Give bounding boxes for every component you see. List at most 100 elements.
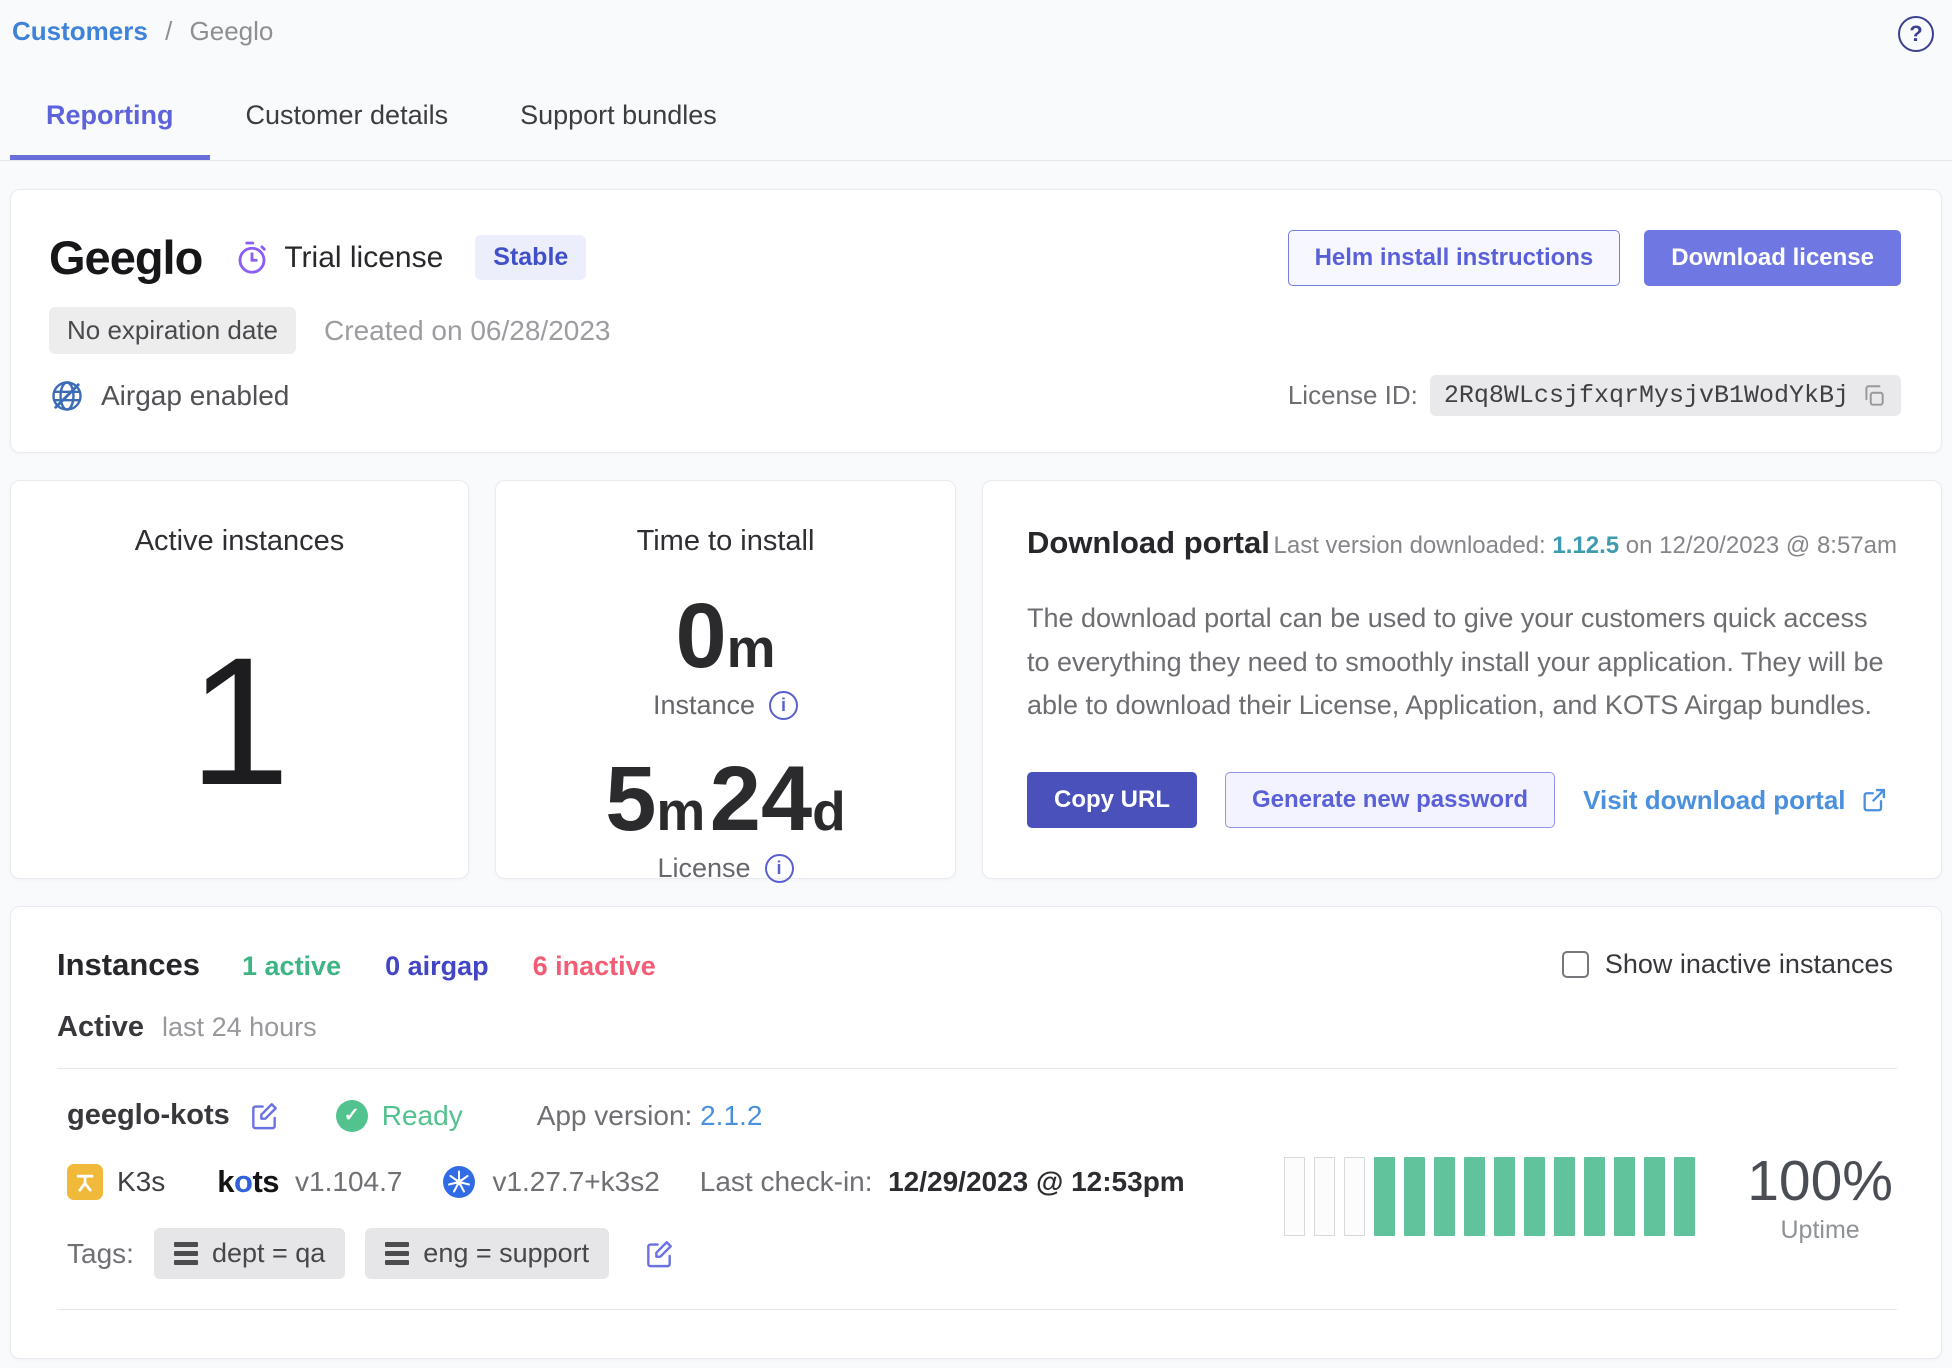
instance-row: geeglo-kots ✓ Ready App versi (57, 1069, 1897, 1279)
customer-header-card: Geeglo Trial license (10, 189, 1942, 453)
visit-download-portal-link[interactable]: Visit download portal (1583, 785, 1887, 816)
tag-chip-eng-support[interactable]: eng = support (365, 1228, 609, 1279)
last-version-link[interactable]: 1.12.5 (1552, 532, 1619, 559)
uptime-bar-up (1374, 1157, 1395, 1236)
external-link-icon (1860, 786, 1888, 814)
visit-download-portal-label: Visit download portal (1583, 785, 1845, 816)
instance-name: geeglo-kots (67, 1099, 230, 1132)
ready-check-icon: ✓ (336, 1100, 368, 1132)
license-id-pill[interactable]: 2Rq8WLcsjfxqrMysjvB1WodYkBj (1430, 375, 1901, 416)
last-checkin-label: Last check-in: (700, 1166, 888, 1198)
tab-reporting[interactable]: Reporting (10, 82, 210, 160)
breadcrumb: Customers / Geeglo (12, 16, 273, 47)
uptime-bar-up (1434, 1157, 1455, 1236)
count-active[interactable]: 1 active (242, 951, 341, 982)
channel-badge: Stable (475, 235, 586, 280)
uptime-bar-empty (1344, 1157, 1365, 1236)
kots-logo: kots (217, 1164, 279, 1200)
license-install-unit-d: d (812, 780, 846, 842)
count-airgap[interactable]: 0 airgap (385, 951, 489, 982)
tab-customer-details[interactable]: Customer details (210, 82, 485, 160)
breadcrumb-current: Geeglo (190, 16, 274, 46)
uptime-bar-up (1644, 1157, 1665, 1236)
created-date: Created on 06/28/2023 (324, 315, 610, 347)
tag-icon (385, 1242, 409, 1265)
help-icon[interactable]: ? (1898, 16, 1934, 52)
time-to-install-title: Time to install (637, 525, 815, 558)
main-content: Geeglo Trial license (0, 161, 1952, 1368)
download-license-button[interactable]: Download license (1644, 230, 1901, 286)
show-inactive-label: Show inactive instances (1605, 949, 1893, 980)
breadcrumb-customers-link[interactable]: Customers (12, 16, 148, 46)
distro-label: K3s (117, 1166, 165, 1198)
uptime-bar-up (1464, 1157, 1485, 1236)
active-section-timeframe: last 24 hours (162, 1012, 317, 1043)
topbar: Customers / Geeglo ? (0, 0, 1952, 52)
license-type-label: Trial license (284, 241, 443, 275)
active-instances-title: Active instances (135, 525, 345, 558)
tags-label: Tags: (67, 1238, 134, 1270)
uptime-bar-up (1554, 1157, 1575, 1236)
divider (57, 1309, 1897, 1310)
active-instances-card: Active instances 1 (10, 480, 469, 879)
expiration-badge: No expiration date (49, 307, 296, 354)
license-time-label: License (657, 853, 750, 884)
customer-header-right: Helm install instructions Download licen… (1288, 230, 1901, 416)
tag-icon (174, 1242, 198, 1265)
license-id-label: License ID: (1288, 380, 1418, 411)
app-version-label: App version: (537, 1100, 700, 1131)
last-checkin-value: 12/29/2023 @ 12:53pm (888, 1166, 1185, 1198)
download-portal-description: The download portal can be used to give … (1027, 597, 1897, 728)
show-inactive-toggle[interactable]: Show inactive instances (1562, 949, 1893, 980)
trial-timer-icon (234, 240, 270, 276)
show-inactive-checkbox[interactable] (1562, 951, 1589, 978)
copy-url-button[interactable]: Copy URL (1027, 772, 1197, 828)
kots-version: v1.104.7 (295, 1166, 402, 1198)
tab-support-bundles[interactable]: Support bundles (484, 82, 753, 160)
tag-label: eng = support (423, 1238, 589, 1269)
instance-install-time: 0m (675, 590, 775, 682)
instances-card: Instances 1 active 0 airgap 6 inactive S… (10, 906, 1942, 1359)
uptime-widget: 100% Uptime (1284, 1113, 1893, 1279)
uptime-bar-up (1404, 1157, 1425, 1236)
uptime-bar-empty (1284, 1157, 1305, 1236)
breadcrumb-separator: / (165, 16, 172, 46)
uptime-bar-up (1494, 1157, 1515, 1236)
airgap-label: Airgap enabled (101, 380, 289, 412)
k3s-icon (67, 1164, 103, 1200)
uptime-bar-up (1674, 1157, 1695, 1236)
edit-tags-icon[interactable] (643, 1238, 675, 1270)
customer-name: Geeglo (49, 230, 202, 285)
uptime-bar-empty (1314, 1157, 1335, 1236)
last-version-suffix: on 12/20/2023 @ 8:57am (1619, 532, 1897, 559)
instance-info-icon[interactable]: i (769, 691, 798, 720)
tag-chip-dept-qa[interactable]: dept = qa (154, 1228, 345, 1279)
license-info-icon[interactable]: i (765, 854, 794, 883)
customer-reporting-page: Customers / Geeglo ? Reporting Customer … (0, 0, 1952, 1368)
metrics-row: Active instances 1 Time to install 0m In… (10, 480, 1942, 879)
count-inactive[interactable]: 6 inactive (533, 951, 656, 982)
instance-details: geeglo-kots ✓ Ready App versi (67, 1099, 1185, 1279)
license-install-minutes: 5 (605, 748, 656, 850)
license-install-unit-m: m (656, 780, 705, 842)
helm-install-instructions-button[interactable]: Helm install instructions (1288, 230, 1621, 286)
customer-header-left: Geeglo Trial license (49, 230, 610, 416)
uptime-value: 100% (1747, 1148, 1893, 1214)
tag-label: dept = qa (212, 1238, 325, 1269)
instance-install-minutes: 0 (675, 585, 726, 687)
generate-new-password-button[interactable]: Generate new password (1225, 772, 1555, 828)
airgap-globe-icon (49, 378, 85, 414)
time-to-install-card: Time to install 0m Instance i 5m 24d Lic… (495, 480, 956, 879)
uptime-label: Uptime (1747, 1216, 1893, 1245)
last-version-label: Last version downloaded: (1274, 532, 1553, 559)
instances-title: Instances (57, 947, 200, 983)
download-portal-card: Download portal Last version downloaded:… (982, 480, 1942, 879)
app-version-link[interactable]: 2.1.2 (700, 1100, 762, 1131)
copy-icon[interactable] (1861, 383, 1887, 409)
last-version-downloaded: Last version downloaded: 1.12.5 on 12/20… (1274, 532, 1898, 560)
uptime-bars (1284, 1157, 1695, 1236)
license-type: Trial license (234, 240, 443, 276)
uptime-bar-up (1524, 1157, 1545, 1236)
edit-instance-name-icon[interactable] (248, 1100, 280, 1132)
download-portal-title: Download portal (1027, 525, 1270, 561)
